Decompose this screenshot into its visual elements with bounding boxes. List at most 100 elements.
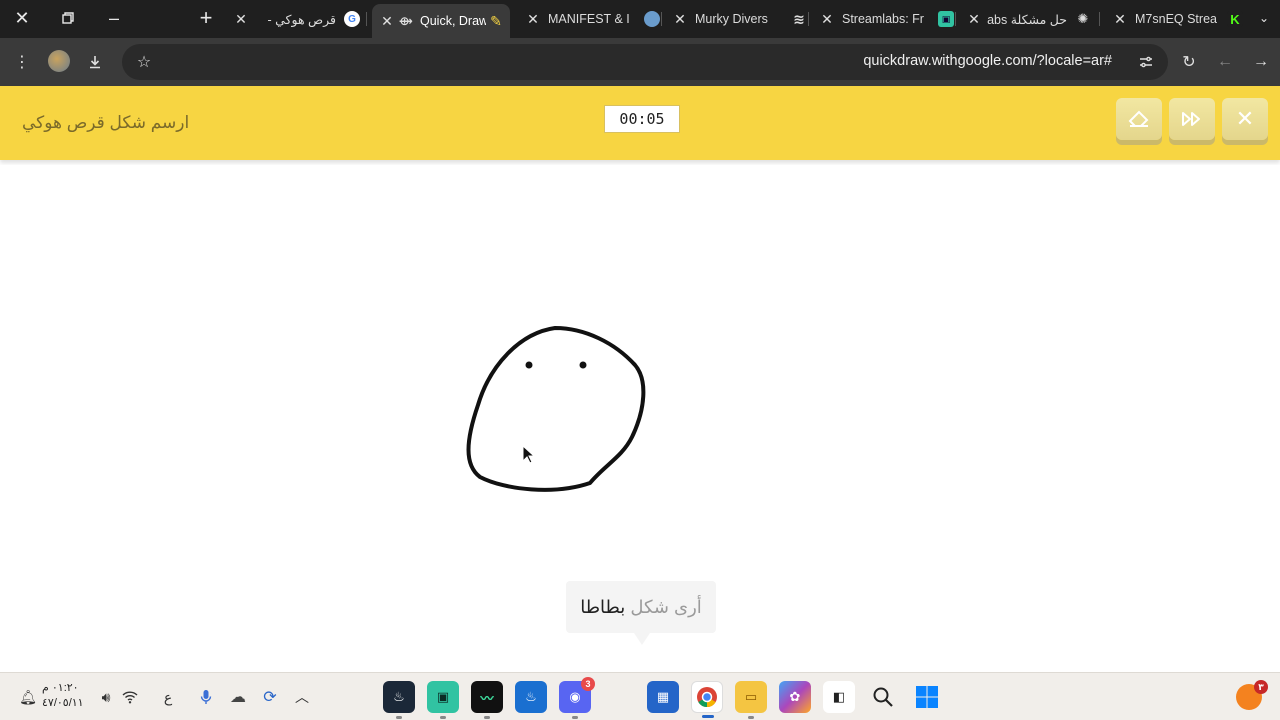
cloud-icon: ☁ (230, 689, 246, 706)
close-tab-icon[interactable]: ✕ (378, 13, 396, 30)
chatgpt-icon: ✺ (1077, 11, 1089, 26)
clear-canvas-button[interactable] (1116, 98, 1162, 140)
store-app[interactable]: ▦ (647, 681, 679, 713)
tab-murky-divers[interactable]: ✕ Murky Divers ≋ (667, 4, 807, 34)
notifications-button[interactable]: 🔔︎ (16, 685, 40, 709)
kick-icon: K (1227, 11, 1243, 27)
clock-time: ٠١:٢٠ م (42, 682, 79, 694)
tab-hockey-search[interactable]: ✕ قرص هوكي - G (232, 4, 360, 34)
tab-search-button[interactable]: ⌄ (1252, 6, 1276, 30)
file-explorer-app[interactable]: ▭ (735, 681, 767, 719)
close-icon: ✕ (1235, 106, 1255, 131)
eraser-icon (1128, 110, 1149, 127)
active-indicator (702, 715, 714, 718)
minimize-window-button[interactable]: – (99, 4, 129, 32)
close-tab-icon[interactable]: ✕ (524, 11, 542, 28)
microphone-icon (200, 690, 212, 704)
tab-separator (661, 12, 662, 26)
guess-word: بطاطا (580, 596, 626, 617)
chevron-up-icon: ︿ (295, 689, 309, 705)
sync-button[interactable]: ⟳ (258, 685, 282, 709)
task-view-icon: ◧ (832, 689, 846, 704)
running-indicator (748, 716, 754, 719)
back-button[interactable]: → (1247, 48, 1275, 76)
menu-button[interactable]: ⋮ (8, 48, 36, 76)
steam-app[interactable]: ♨ (383, 681, 415, 719)
reload-icon: ↻ (1182, 54, 1196, 71)
bookmark-button[interactable]: ☆ (130, 48, 158, 76)
guess-prefix: أرى شكل (630, 596, 702, 617)
new-tab-button[interactable]: + (192, 4, 220, 32)
tab-title: Quick, Draw! (420, 14, 486, 28)
tab-abs-problem[interactable]: ✕ حل مشكلة abs ✺ (961, 4, 1091, 34)
forward-button[interactable]: ← (1211, 48, 1239, 76)
fast-forward-icon (1182, 112, 1200, 126)
tab-separator (1099, 12, 1100, 26)
url-text: quickdraw.withgoogle.com/?locale=ar# (863, 53, 1112, 69)
tab-quickdraw[interactable]: ✕ ⟴ Quick, Draw! ✎ (372, 4, 510, 38)
task-view-button[interactable]: ◧ (823, 681, 855, 713)
tab-kick-stream[interactable]: ✕ M7snEQ Strea K (1107, 4, 1243, 34)
volume-button[interactable]: 🔊︎ (94, 685, 118, 709)
search-button[interactable] (867, 681, 899, 713)
discord-icon: ◉ (569, 689, 581, 704)
restore-window-button[interactable] (53, 4, 83, 32)
windows-taskbar: 🔔︎ ٠١:٢٠ م ٤٧/٠٥/١١ 🔊︎ ع ☁ ⟳ ︿ ♨ ▣ 〰 ♨ ◉… (0, 672, 1280, 720)
close-tab-icon[interactable]: ✕ (965, 11, 983, 28)
tab-separator (955, 12, 956, 26)
input-language-button[interactable]: ع (156, 685, 180, 709)
browser-toolbar: ⋮ ☆ quickdraw.withgoogle.com/?locale=ar#… (0, 38, 1280, 86)
steam-app-2[interactable]: ♨ (515, 681, 547, 713)
chrome-app[interactable] (691, 681, 723, 718)
waveform-icon: 〰 (480, 690, 494, 706)
tab-streamlabs[interactable]: ✕ Streamlabs: Fr ▣ (814, 4, 954, 34)
quickdraw-icon: ⟴ (399, 14, 413, 28)
download-icon (90, 56, 100, 69)
close-tab-icon[interactable]: ✕ (1111, 11, 1129, 28)
system-clock[interactable]: ٠١:٢٠ م ٤٧/٠٥/١١ (42, 681, 84, 711)
mic-button[interactable] (194, 685, 218, 709)
site-settings-button[interactable] (1132, 48, 1160, 76)
reload-button[interactable]: ↻ (1175, 48, 1203, 76)
drawn-eye-right (579, 361, 587, 369)
tab-separator (808, 12, 809, 26)
running-indicator (396, 716, 402, 719)
running-indicator (572, 716, 578, 719)
circle-icon (644, 11, 660, 27)
address-bar[interactable]: ☆ quickdraw.withgoogle.com/?locale=ar# (122, 44, 1168, 80)
tab-strip: ✕ – + ✕ قرص هوكي - G ✕ ⟴ Quick, Draw! ✎ … (0, 0, 1280, 38)
discord-app[interactable]: ◉ 3 (559, 677, 595, 719)
start-button[interactable] (911, 681, 943, 713)
guess-bubble-tail (634, 633, 650, 645)
downloads-button[interactable] (81, 48, 109, 76)
close-tab-icon[interactable]: ✕ (671, 11, 689, 28)
close-window-button[interactable]: ✕ (7, 4, 37, 32)
close-tab-icon[interactable]: ✕ (818, 11, 836, 28)
close-game-button[interactable]: ✕ (1222, 98, 1268, 140)
tab-separator (366, 12, 367, 26)
profile-avatar[interactable] (48, 50, 70, 72)
capcut-app[interactable]: 〰 (471, 681, 503, 719)
streamlabs-app[interactable]: ▣ (427, 681, 459, 719)
show-hidden-icons-button[interactable]: ︿ (290, 685, 314, 709)
copilot-app[interactable]: ✿ (779, 681, 811, 713)
onedrive-button[interactable]: ☁ (226, 685, 250, 709)
discord-badge: 3 (581, 677, 595, 691)
close-tab-icon[interactable]: ✕ (232, 11, 250, 28)
tab-title: Murky Divers (695, 12, 768, 26)
game-header: ارسم شكل قرص هوكي 00:05 ✕ (0, 86, 1280, 160)
tune-icon (1140, 56, 1152, 68)
tab-title: M7snEQ Strea (1135, 12, 1217, 26)
arrow-right-icon: → (1253, 53, 1269, 70)
tab-manifest[interactable]: ✕ MANIFEST & I (520, 4, 660, 34)
kebab-menu-icon: ⋮ (14, 54, 30, 71)
skip-button[interactable] (1169, 98, 1215, 140)
pencil-icon: ✎ (490, 12, 502, 29)
speaker-icon: 🔊︎ (101, 688, 111, 705)
wifi-button[interactable] (118, 685, 142, 709)
drawn-eye-left (525, 361, 533, 369)
steam-icon: ♨ (525, 689, 537, 704)
sync-icon: ⟳ (263, 689, 277, 706)
stack-icon: ≋ (793, 10, 805, 27)
widgets-button[interactable]: ٣ (1236, 680, 1268, 710)
